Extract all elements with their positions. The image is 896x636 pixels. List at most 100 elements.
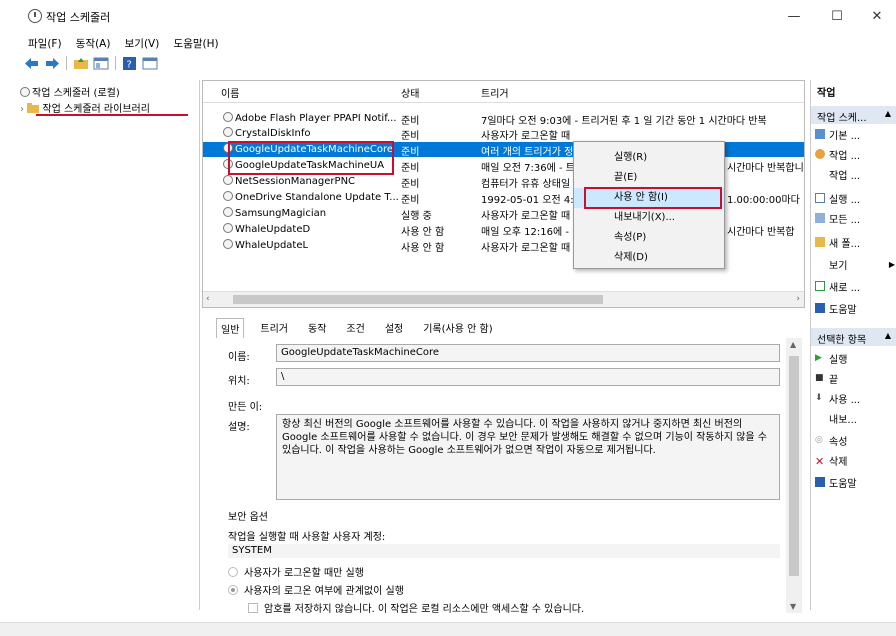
collapse-up-icon[interactable]: ▲ <box>885 331 891 340</box>
tab-general[interactable]: 일반 <box>216 318 245 338</box>
radio-selected-icon[interactable] <box>228 584 238 595</box>
action-item[interactable]: 작업 ... <box>815 166 860 182</box>
tree-pane: 작업 스케줄러 (로컬) › 작업 스케줄러 라이브러리 <box>16 80 200 610</box>
minimize-button[interactable]: — <box>779 6 809 28</box>
radio-logon-any[interactable]: 사용자의 로그온 여부에 관계없이 실행 <box>228 582 404 597</box>
action-item[interactable]: 모든 ... <box>815 210 860 226</box>
up-folder-icon[interactable] <box>73 57 89 70</box>
menu-help[interactable]: 도움말(H) <box>174 38 219 50</box>
console-tree-icon[interactable] <box>93 57 109 70</box>
task-icon <box>223 127 233 137</box>
menu-item-properties[interactable]: 속성(P) <box>574 228 724 248</box>
tree-library[interactable]: › 작업 스케줄러 라이브러리 <box>20 100 150 115</box>
author-label: 만든 이: <box>228 402 263 413</box>
menu-item-delete[interactable]: 삭제(D) <box>574 248 724 268</box>
highlight-box <box>584 187 722 209</box>
delete-x-icon: ✕ <box>815 455 825 468</box>
action-item[interactable]: 새 폴... <box>815 234 860 250</box>
menu-file[interactable]: 파일(F) <box>28 38 62 50</box>
security-options-title: 보안 옵션 <box>228 512 268 523</box>
maximize-button[interactable]: ☐ <box>822 6 852 28</box>
table-row[interactable]: Adobe Flash Player PPAPI Notif... 준비 7일마… <box>203 111 804 127</box>
new-folder-icon <box>815 237 825 247</box>
tab-conditions[interactable]: 조건 <box>342 318 368 338</box>
forward-arrow-icon[interactable] <box>44 57 60 70</box>
action-item[interactable]: 새로 ... <box>815 278 860 294</box>
horizontal-scrollbar[interactable]: ‹ › <box>203 291 804 307</box>
tab-settings[interactable]: 설정 <box>381 318 407 338</box>
blank-icon <box>815 259 825 269</box>
radio-logon-only[interactable]: 사용자가 로그온할 때만 실행 <box>228 564 364 579</box>
vertical-scrollbar[interactable]: ▲ ▼ <box>786 338 802 613</box>
tab-actions[interactable]: 동작 <box>304 318 330 338</box>
action-item[interactable]: ◎ 속성 <box>815 432 847 448</box>
scrollbar-thumb[interactable] <box>789 356 799 576</box>
close-button[interactable]: ✕ <box>862 6 892 28</box>
task-icon <box>223 191 233 201</box>
detail-pane: 일반 트리거 동작 조건 설정 기록(사용 안 함) 이름: GoogleUpd… <box>216 318 806 618</box>
checkbox-icon[interactable] <box>248 602 258 613</box>
tab-triggers[interactable]: 트리거 <box>256 318 292 338</box>
tab-history[interactable]: 기록(사용 안 함) <box>419 318 496 338</box>
scrollbar-thumb[interactable] <box>233 295 603 304</box>
task-icon <box>223 223 233 233</box>
tasks-icon <box>815 213 825 223</box>
toolbar-separator <box>66 56 67 70</box>
actions-section-scheduler[interactable]: 작업 스케... ▲ <box>811 106 896 124</box>
action-item-view[interactable]: 보기 ▶ <box>815 256 895 272</box>
scroll-left-icon[interactable]: ‹ <box>206 294 210 304</box>
action-item[interactable]: 도움말 <box>815 300 857 316</box>
actions-pane: 작업 작업 스케... ▲ 기본 ... 작업 ... 작업 ... 실행 ...… <box>810 80 896 610</box>
scroll-up-icon[interactable]: ▲ <box>790 340 796 349</box>
menu-item-end[interactable]: 끝(E) <box>574 168 724 188</box>
action-item[interactable]: 도움말 <box>815 474 857 490</box>
checkbox-no-password[interactable]: 암호를 저장하지 않습니다. 이 작업은 로컬 리소스에만 액세스할 수 있습니… <box>248 600 584 615</box>
folder-icon <box>27 103 40 113</box>
list-icon <box>815 193 825 203</box>
menu-view[interactable]: 보기(V) <box>125 38 160 50</box>
collapse-up-icon[interactable]: ▲ <box>885 109 891 118</box>
help-icon[interactable]: ? <box>122 56 138 70</box>
list-header: 이름 상태 트리거 <box>203 81 804 103</box>
location-field[interactable]: \ <box>276 368 780 386</box>
tree-root[interactable]: 작업 스케줄러 (로컬) <box>20 84 120 99</box>
scroll-right-icon[interactable]: › <box>796 294 800 304</box>
column-trigger[interactable]: 트리거 <box>481 85 509 100</box>
menu-item-export[interactable]: 내보내기(X)... <box>574 208 724 228</box>
clock-icon <box>28 9 42 23</box>
action-item[interactable]: ✕ 삭제 <box>815 452 847 468</box>
window-icon[interactable] <box>142 57 158 70</box>
action-item[interactable]: 실행 ... <box>815 190 860 206</box>
menu-item-run[interactable]: 실행(R) <box>574 148 724 168</box>
help-icon <box>815 303 825 313</box>
task-icon <box>815 149 825 159</box>
back-arrow-icon[interactable] <box>24 57 40 70</box>
help-icon <box>815 477 825 487</box>
action-item[interactable]: ■ 끝 <box>815 370 838 386</box>
table-row[interactable]: CrystalDiskInfo 준비 사용자가 로그온할 때 <box>203 126 804 142</box>
column-name[interactable]: 이름 <box>221 85 239 100</box>
actions-header: 작업 <box>817 88 836 99</box>
chevron-right-icon[interactable]: › <box>20 104 24 115</box>
action-item[interactable]: 내보... <box>815 410 857 426</box>
blank-icon <box>815 413 825 423</box>
location-label: 위치: <box>228 376 250 387</box>
action-item[interactable]: 작업 ... <box>815 146 860 162</box>
actions-section-selected[interactable]: 선택한 항목 ▲ <box>811 328 896 346</box>
properties-icon: ◎ <box>815 435 823 445</box>
submenu-arrow-icon: ▶ <box>888 259 895 269</box>
menu-action[interactable]: 동작(A) <box>76 38 111 50</box>
svg-text:?: ? <box>127 59 132 70</box>
action-item[interactable]: ▶ 실행 <box>815 350 847 366</box>
radio-icon[interactable] <box>228 566 238 577</box>
highlight-box <box>228 141 394 175</box>
name-label: 이름: <box>228 352 250 363</box>
description-field[interactable]: 항상 최신 버전의 Google 소프트웨어를 사용할 수 있습니다. 이 작업… <box>276 414 780 500</box>
context-menu: 실행(R) 끝(E) 사용 안 함(I) 내보내기(X)... 속성(P) 삭제… <box>573 141 725 269</box>
column-status[interactable]: 상태 <box>401 85 419 100</box>
action-item[interactable]: ⬇ 사용 ... <box>815 390 860 406</box>
name-field[interactable]: GoogleUpdateTaskMachineCore <box>276 344 780 362</box>
action-item[interactable]: 기본 ... <box>815 126 860 142</box>
scroll-down-icon[interactable]: ▼ <box>790 602 796 611</box>
blank-icon <box>815 169 825 179</box>
